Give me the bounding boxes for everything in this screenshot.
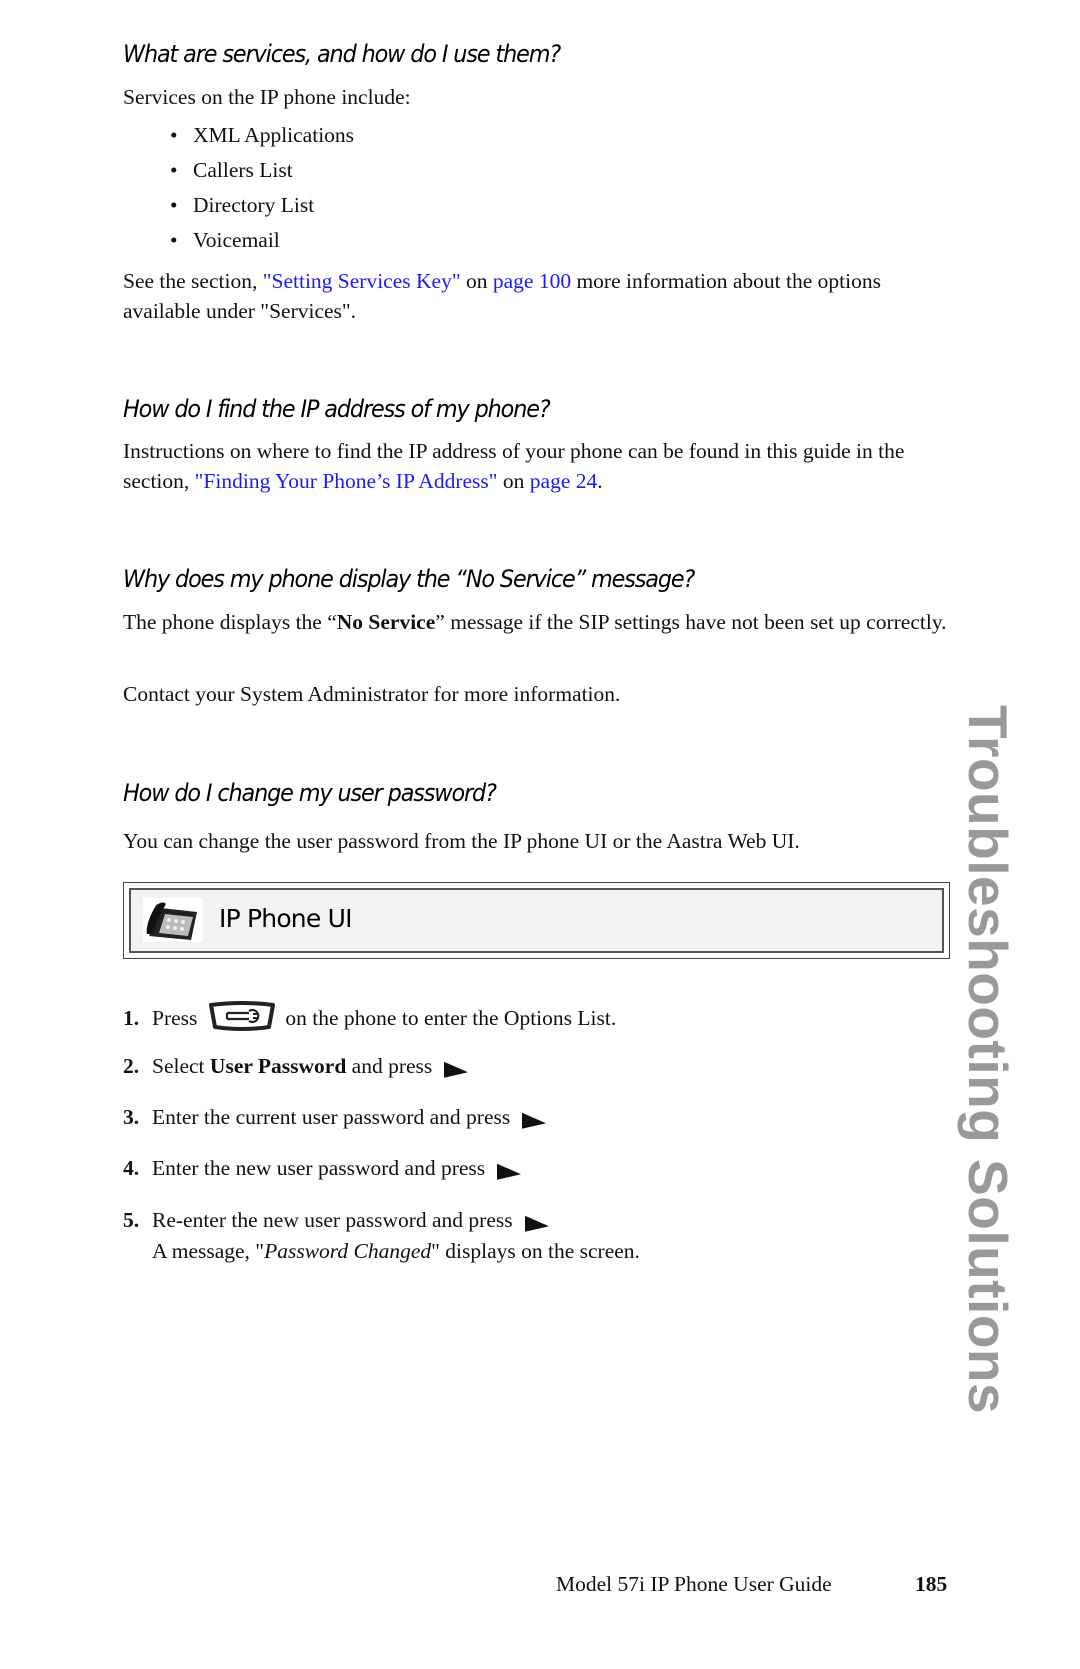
bullet-icon: • — [170, 228, 178, 252]
section-heading-ip-address: How do I find the IP address of my phone… — [123, 395, 551, 423]
list-item: • Callers List — [170, 155, 354, 190]
ip-phone-ui-box: IP Phone UI — [123, 882, 950, 959]
change-password-intro: You can change the user password from th… — [123, 829, 800, 853]
right-arrow-key-icon — [522, 1112, 547, 1132]
step-1: 1. Press on the phone to enter the Options… — [123, 1001, 616, 1039]
user-password-term: User Password — [209, 1054, 347, 1078]
step-2: 2. Select User Password and press — [123, 1051, 469, 1081]
list-item: • Directory List — [170, 190, 354, 225]
page-number: 185 — [915, 1572, 948, 1596]
ip-address-text: Instructions on where to find the IP add… — [123, 439, 905, 493]
services-intro: Services on the IP phone include: — [123, 85, 411, 109]
contact-admin-text: Contact your System Administrator for mo… — [123, 682, 621, 706]
chapter-tab-label: Troubleshooting Solutions — [957, 705, 1019, 1415]
right-arrow-key-icon — [524, 1215, 549, 1235]
services-see-also: See the section, "Setting Services Key" … — [123, 269, 881, 323]
password-changed-note: A message, "Password Changed" displays o… — [152, 1239, 640, 1263]
section-heading-services: What are services, and how do I use them… — [123, 40, 561, 68]
step-5: 5. Re-enter the new user password and pre… — [123, 1205, 549, 1235]
setting-services-key-link[interactable]: "Setting Services Key" — [263, 269, 461, 293]
bullet-icon: • — [170, 193, 178, 217]
footer-guide-title: Model 57i IP Phone User Guide — [556, 1572, 832, 1596]
step-3: 3. Enter the current user password and pr… — [123, 1102, 547, 1132]
options-key-icon — [207, 1001, 277, 1039]
services-list: • XML Applications • Callers List • Directo… — [170, 120, 354, 260]
section-heading-no-service: Why does my phone display the “No Servic… — [123, 565, 695, 593]
finding-ip-address-link[interactable]: "Finding Your Phone’s IP Address" — [195, 469, 498, 493]
password-changed-message: Password Changed — [264, 1239, 432, 1263]
section-heading-change-password: How do I change my user password? — [123, 779, 497, 807]
right-arrow-key-icon — [497, 1163, 522, 1183]
list-item: • XML Applications — [170, 120, 354, 155]
page-24-link[interactable]: page 24 — [530, 469, 597, 493]
list-item: • Voicemail — [170, 225, 354, 260]
no-service-text: The phone displays the “No Service” mess… — [123, 610, 947, 634]
bullet-icon: • — [170, 158, 178, 182]
page-100-link[interactable]: page 100 — [493, 269, 571, 293]
step-4: 4. Enter the new user password and press — [123, 1153, 522, 1183]
desk-phone-icon — [143, 898, 203, 942]
ip-phone-ui-title: IP Phone UI — [219, 904, 352, 933]
right-arrow-key-icon — [444, 1061, 469, 1081]
bullet-icon: • — [170, 123, 178, 147]
no-service-term: No Service — [336, 610, 436, 634]
